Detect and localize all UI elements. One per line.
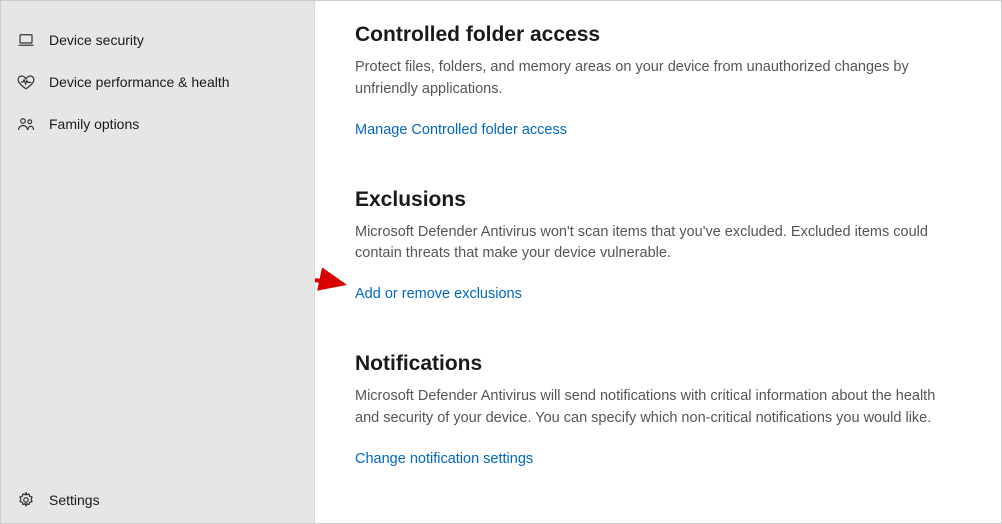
annotation-arrow-icon bbox=[315, 254, 355, 314]
laptop-icon bbox=[17, 31, 35, 49]
main-content: Controlled folder access Protect files, … bbox=[315, 1, 1001, 523]
sidebar-item-label: Settings bbox=[49, 492, 100, 508]
sidebar: Device security Device performance & hea… bbox=[1, 1, 315, 523]
section-title: Notifications bbox=[355, 352, 961, 376]
sidebar-top: Device security Device performance & hea… bbox=[1, 1, 314, 479]
link-change-notification-settings[interactable]: Change notification settings bbox=[355, 451, 533, 467]
heart-icon bbox=[17, 73, 35, 91]
sidebar-item-label: Family options bbox=[49, 116, 139, 132]
sidebar-bottom: Settings bbox=[1, 479, 314, 523]
section-title: Exclusions bbox=[355, 188, 961, 212]
section-description: Microsoft Defender Antivirus will send n… bbox=[355, 386, 945, 430]
sidebar-item-label: Device security bbox=[49, 32, 144, 48]
section-title: Controlled folder access bbox=[355, 23, 961, 47]
sidebar-item-family-options[interactable]: Family options bbox=[1, 103, 314, 145]
section-notifications: Notifications Microsoft Defender Antivir… bbox=[355, 352, 961, 467]
sidebar-item-device-security[interactable]: Device security bbox=[1, 19, 314, 61]
sidebar-item-device-performance[interactable]: Device performance & health bbox=[1, 61, 314, 103]
section-description: Microsoft Defender Antivirus won't scan … bbox=[355, 222, 945, 266]
section-exclusions: Exclusions Microsoft Defender Antivirus … bbox=[355, 188, 961, 303]
gear-icon bbox=[17, 491, 35, 509]
link-add-remove-exclusions[interactable]: Add or remove exclusions bbox=[355, 286, 522, 302]
people-icon bbox=[17, 115, 35, 133]
section-description: Protect files, folders, and memory areas… bbox=[355, 57, 945, 101]
link-manage-controlled-folder[interactable]: Manage Controlled folder access bbox=[355, 122, 567, 138]
section-controlled-folder-access: Controlled folder access Protect files, … bbox=[355, 23, 961, 138]
sidebar-item-settings[interactable]: Settings bbox=[1, 479, 314, 521]
sidebar-item-label: Device performance & health bbox=[49, 74, 230, 90]
